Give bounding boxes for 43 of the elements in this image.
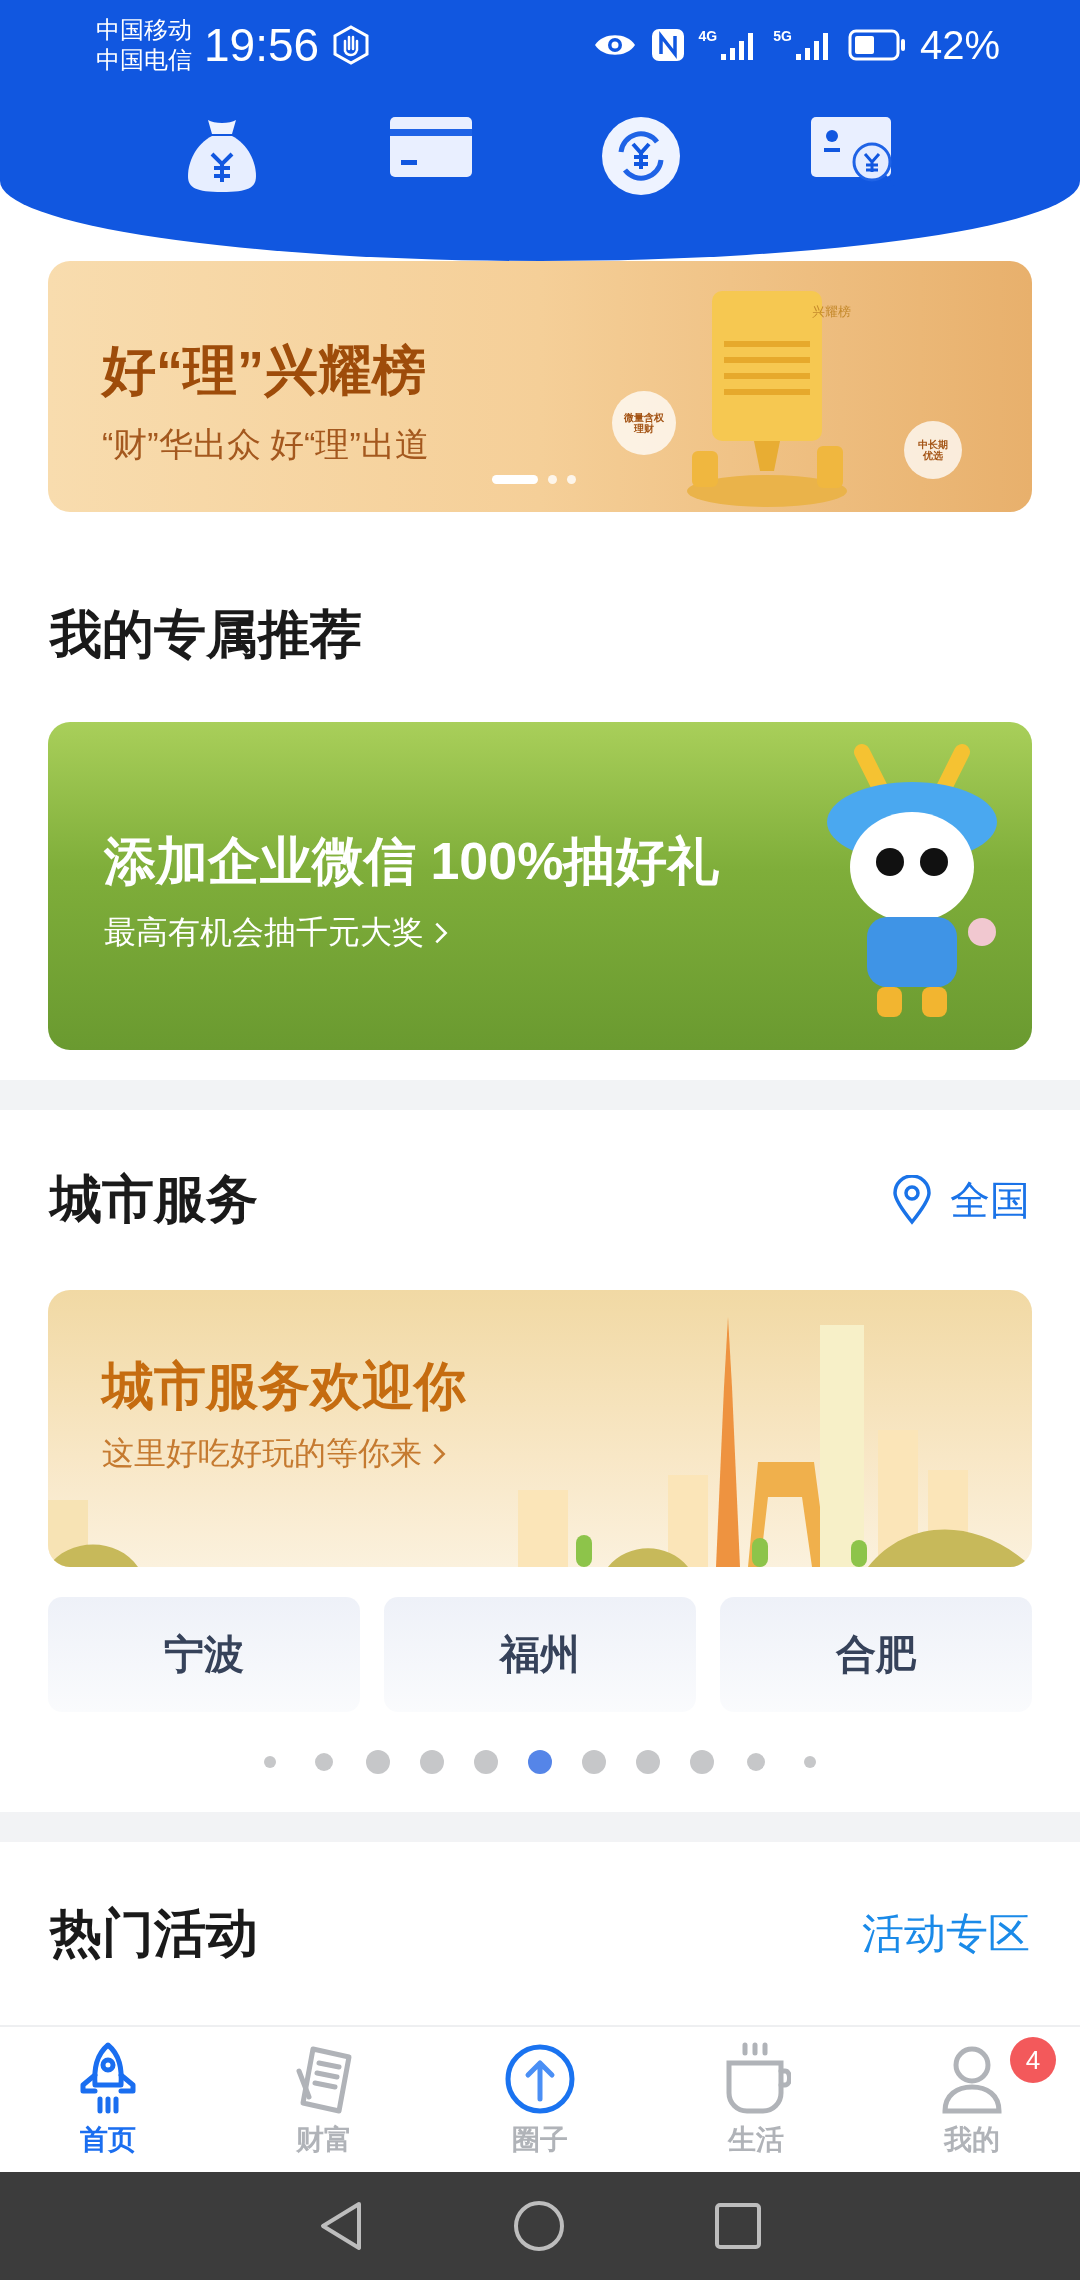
bubble-label: 微量含权理财 — [612, 391, 676, 455]
nfc-icon — [650, 28, 685, 62]
city-button[interactable]: 宁波 — [48, 1597, 360, 1712]
carrier-name: 中国移动 — [96, 15, 192, 45]
tab-item[interactable]: 生活 — [648, 2027, 864, 2172]
network-label: 4G — [698, 28, 718, 44]
status-time: 19:56 — [204, 18, 320, 72]
board-label: 兴耀榜 — [811, 303, 852, 321]
bubble-label: 中长期优选 — [904, 421, 962, 479]
home-icon[interactable] — [513, 2200, 565, 2252]
section-title: 热门活动 — [50, 1902, 258, 1964]
network-label: 5G — [773, 28, 792, 44]
battery-percent: 42% — [919, 22, 1000, 68]
banner-title: 添加企业微信 100%抽好礼 — [104, 831, 720, 892]
city-button[interactable]: 福州 — [384, 1597, 696, 1712]
card-icon[interactable] — [388, 116, 473, 178]
activity-zone-link[interactable]: 活动专区 — [862, 1905, 1030, 1962]
banner-subtitle: 这里好吃好玩的等你来 — [102, 1433, 422, 1473]
promo-banner[interactable]: 好“理”兴耀榜 “财”华出众 好“理”出道 兴耀榜 微量含权理财 中长期优选 — [48, 261, 1032, 512]
banner-title: 城市服务欢迎你 — [102, 1355, 466, 1417]
banner-title: 好“理”兴耀榜 — [102, 339, 427, 402]
carrier-name: 中国电信 — [96, 45, 192, 75]
tab-item[interactable]: 我的 4 — [864, 2027, 1080, 2172]
notification-badge: 4 — [1010, 2037, 1056, 2083]
tab-item[interactable]: 圈子 — [432, 2027, 648, 2172]
location-pin-icon[interactable] — [892, 1175, 932, 1225]
recents-icon[interactable] — [715, 2203, 761, 2249]
section-title: 城市服务 — [50, 1169, 258, 1230]
chevron-icon — [432, 1441, 446, 1466]
section-title: 我的专属推荐 — [50, 604, 362, 665]
tab-item[interactable]: 首页 — [0, 2027, 216, 2172]
chevron-icon — [434, 921, 448, 945]
location-link[interactable]: 全国 — [950, 1172, 1030, 1228]
hand-icon — [331, 25, 372, 65]
back-icon[interactable] — [319, 2201, 363, 2251]
tab-item[interactable]: 财富 — [216, 2027, 432, 2172]
wechat-promo-banner[interactable]: 添加企业微信 100%抽好礼 最高有机会抽千元大奖 — [48, 722, 1032, 1050]
currency-exchange-icon[interactable] — [601, 116, 682, 196]
city-button[interactable]: 合肥 — [720, 1597, 1032, 1712]
banner-subtitle: “财”华出众 好“理”出道 — [102, 424, 429, 465]
city-service-banner[interactable]: 城市服务欢迎你 这里好吃好玩的等你来 — [48, 1290, 1032, 1567]
banner-subtitle: 最高有机会抽千元大奖 — [104, 913, 424, 952]
battery-icon — [847, 29, 906, 61]
